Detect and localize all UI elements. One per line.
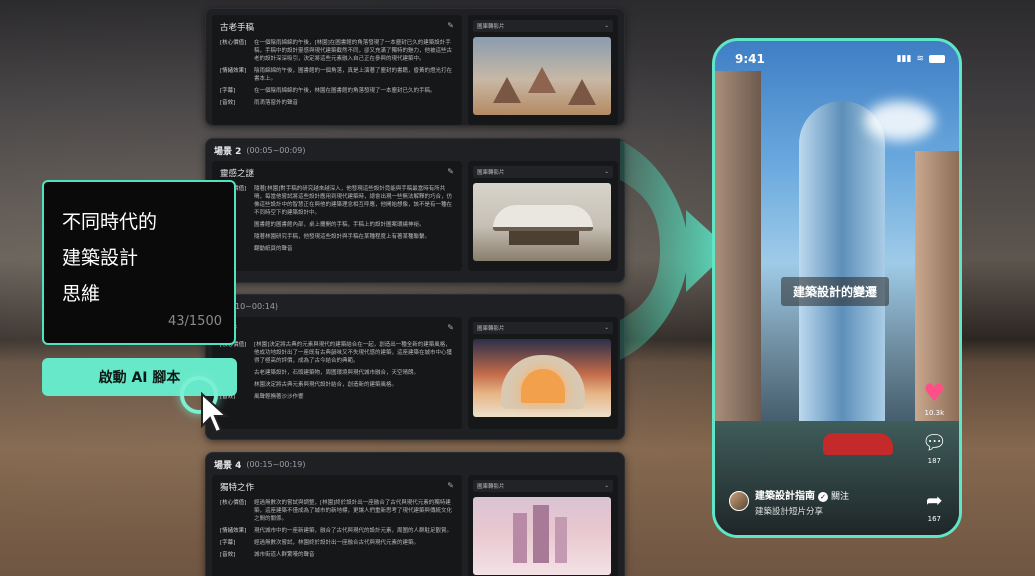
profile-name[interactable]: 建築設計指南 [755,491,815,502]
scene-card-1: 古老手稿 ✎ [核心價值] 在一個陰雨綿綿的午後，[林園]在圖書館的角落發現了一本… [205,8,625,126]
prompt-input-card[interactable]: 不同時代的 建築設計 思維 43/1500 [42,180,236,345]
script-panel: 平衡 ✎ [核心價值][林園]決定將古典的元素與現代的建築結合在一起，創造出一種… [212,317,462,429]
chevron-down-icon: ⌄ [604,483,609,489]
cursor-icon [201,392,229,434]
like-count: 10.3k [924,409,945,417]
media-select[interactable]: 圖庫轉影片 ⌄ [473,20,613,32]
script-row: [核心價值]隨著[林園]對手稿的研究越來越深入，他發現這些設計竟能與手稿最當時有… [220,186,453,216]
prompt-text[interactable]: 不同時代的 建築設計 思維 [62,204,216,312]
media-panel: 圖庫轉影片 ⌄ [468,317,618,429]
thumbnail-image[interactable] [473,183,611,261]
follow-button[interactable]: 關注 [831,492,849,502]
comment-icon[interactable]: 💬︎ [922,431,947,453]
script-row: [情緒效果] 陰雨綿綿的午後，圖書館的一個角落，真是上演著了塵封的書籍，昏黃的燈光… [220,68,453,82]
media-select[interactable]: 圖庫轉影片 ⌄ [473,166,613,178]
edit-icon[interactable]: ✎ [447,481,454,490]
character-counter: 43/1500 [167,314,222,329]
scene-title: 平衡 [220,323,454,335]
battery-icon [929,55,945,63]
thumbnail-image[interactable] [473,37,611,115]
script-row: [核心價值] 在一個陰雨綿綿的午後，[林園]在圖書館的角落發現了一本塵封已久的建築… [220,40,453,62]
signal-icon: ▮▮▮ [896,54,912,64]
scene-header: 場景 2 (00:05~00:09) [214,145,306,157]
profile-subtitle: 建築設計短片分享 [755,507,824,517]
tower-image [799,101,885,441]
chevron-down-icon: ⌄ [604,23,609,29]
status-time: 9:41 [735,52,765,66]
side-actions: ♥ 10.3k 💬︎ 187 ➦ 167 [922,381,947,523]
comment-count: 187 [927,457,941,465]
script-row: [核心價值] [林園]決定將古典的元素與現代的建築結合在一起，創造出一種全新的建築… [220,342,453,364]
video-caption: 建築設計的變遷 [781,277,890,306]
media-panel: 圖庫轉影片 ⌄ [468,161,618,271]
script-panel: 靈感之謎 ✎ [核心價值]隨著[林園]對手稿的研究越來越深入，他發現這些設計竟能… [212,161,462,271]
phone-preview: 9:41 ▮▮▮ ≋ 建築設計的變遷 ♥ 10.3k 💬︎ 187 ➦ 167 … [712,38,962,538]
scene-header: 場景 4 (00:15~00:19) [214,459,306,471]
edit-icon[interactable]: ✎ [447,323,454,332]
profile-row: 建築設計指南 ✓ 關注 建築設計短片分享 [729,484,849,517]
edit-icon[interactable]: ✎ [447,167,454,176]
media-panel: 圖庫轉影片 ⌄ [468,475,618,576]
status-bar: 9:41 ▮▮▮ ≋ [715,41,959,71]
scene-title: 古老手稿 [220,23,255,33]
script-row: [音效] 雨滴落窗外的聲音 [220,100,299,106]
edit-icon[interactable]: ✎ [447,21,454,30]
scene-header: (00:10~00:14) [219,301,279,311]
script-row: [音效] 城市街道人群驚嘆的聲音 [220,552,315,558]
script-row: [情緒效果] 現代城市中的一座新建築，融合了古代與現代的設計元素，周圍的人群駐足觀… [220,528,453,534]
script-row: [字幕] 在一個陰雨綿綿的午後，林園在圖書館的角落發現了一本塵封已久的手稿。 [220,88,436,94]
media-select[interactable]: 圖庫轉影片 ⌄ [473,480,613,492]
thumbnail-image[interactable] [473,339,611,417]
scene-title: 靈感之謎 [220,169,255,179]
script-panel: 古老手稿 ✎ [核心價值] 在一個陰雨綿綿的午後，[林園]在圖書館的角落發現了一本… [212,15,462,125]
script-row: [音效] 風聲輕撫著沙沙作響 [220,394,304,400]
car-image [823,433,893,455]
scene-title: 獨特之作 [220,483,255,493]
media-panel: 圖庫轉影片 ⌄ [468,15,618,125]
cloud-image [865,101,935,141]
script-row: 圖書館的圖書館內部，桌上攤開的手稿，手稿上的設計圖案環繞神祕。 [254,222,425,228]
chevron-down-icon: ⌄ [604,169,609,175]
script-row: [核心價值] 經過無數次的嘗試與調整，[林園]終於設計出一座融合了古代與現代元素的… [220,500,453,522]
script-row: 古老建築設計，石頭建築物，周圍環境與現代城市融合，天空晴朗。 [254,370,420,376]
scene-card-4: 場景 4 (00:15~00:19) 獨特之作 ✎ [核心價值] 經過無數次的嘗試與… [205,452,625,576]
share-count: 167 [927,515,941,523]
avatar[interactable] [729,490,749,511]
script-row: 隨著林園研究手稿，他發現這些設計與手稿在某種程度上有著某種聯繫。 [254,234,431,240]
share-icon[interactable]: ➦ [926,489,943,511]
media-select[interactable]: 圖庫轉影片 ⌄ [473,322,613,334]
heart-icon[interactable]: ♥ [924,381,946,405]
script-row: [字幕] 經過無數次嘗試，林園終於設計出一座融合古代與現代元素的建築。 [220,540,420,546]
scene-card-2: 場景 2(00:05~00:09) 靈感之謎 ✎ [核心價值]隨著[林園]對手稿… [205,138,625,283]
script-row: 翻動紙頁的聲音 [254,246,293,252]
chevron-down-icon: ⌄ [604,325,609,331]
script-panel: 獨特之作 ✎ [核心價值] 經過無數次的嘗試與調整，[林園]終於設計出一座融合了古… [212,475,462,576]
script-row: 林園決定將古典元素與現代設計結合，創造新的建築風格。 [254,382,398,388]
wifi-icon: ≋ [916,54,924,64]
left-building-image [715,71,761,451]
verified-icon: ✓ [818,492,828,502]
thumbnail-image[interactable] [473,497,611,575]
scene-card-3: (00:10~00:14) 平衡 ✎ [核心價值][林園]決定將古典的元素與現代… [205,294,625,440]
